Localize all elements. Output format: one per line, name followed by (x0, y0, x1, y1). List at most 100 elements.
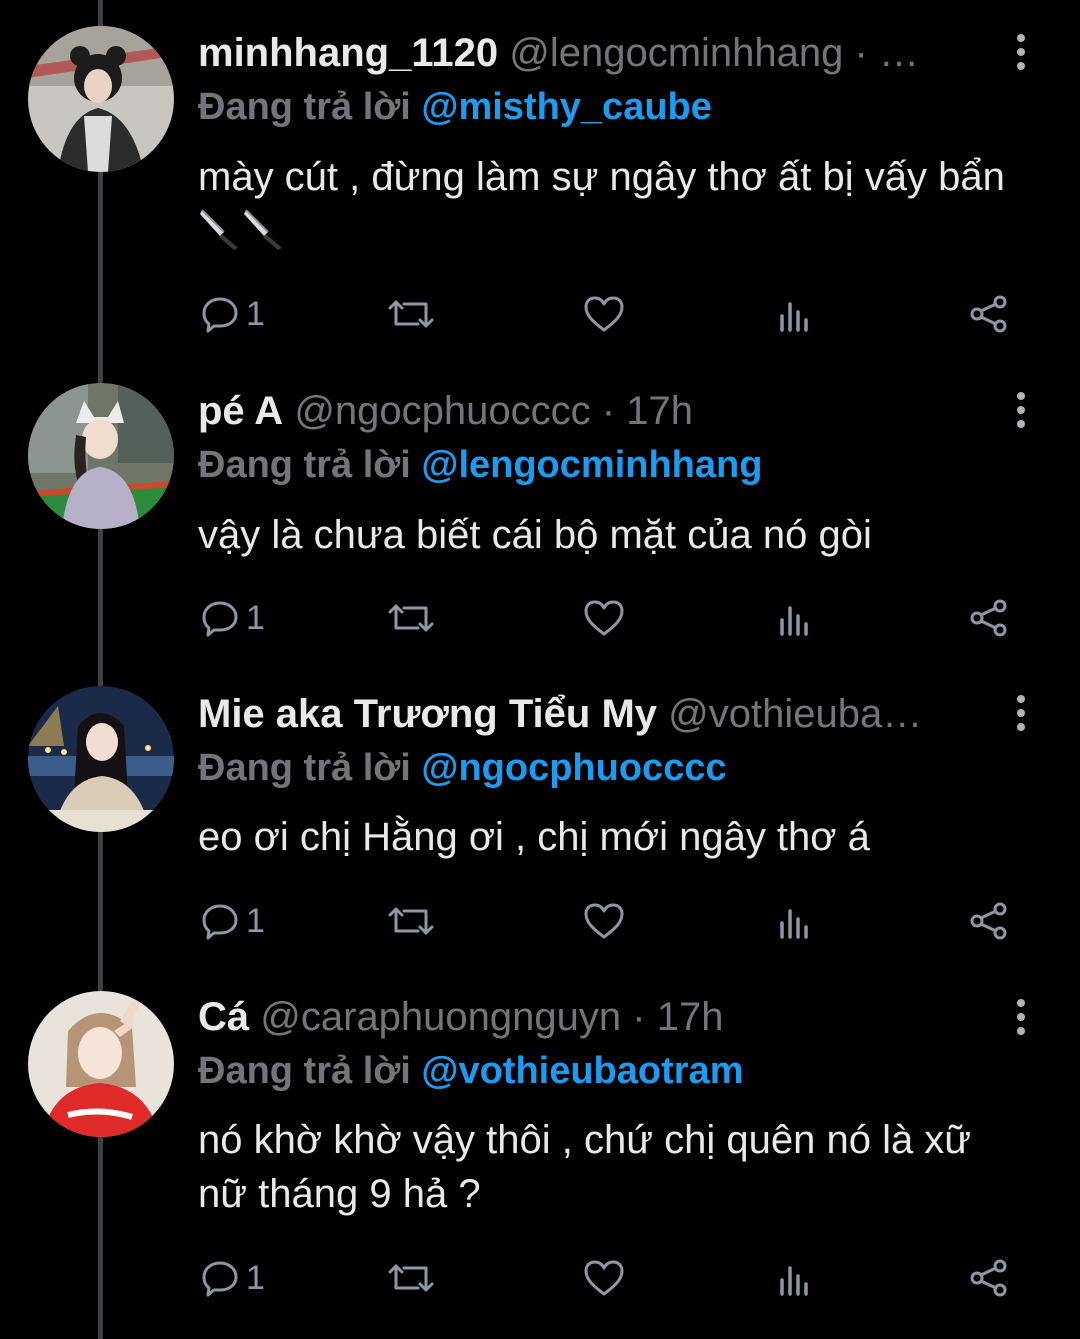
timestamp[interactable]: … (879, 31, 919, 75)
separator-dot: · (632, 995, 646, 1039)
analytics-button[interactable] (776, 593, 816, 643)
replying-to-link[interactable]: @lengocminhhang (421, 444, 762, 486)
display-name[interactable]: Cá (198, 995, 249, 1039)
retweet-button[interactable] (386, 896, 436, 946)
reply-count: 1 (246, 901, 265, 940)
timestamp[interactable]: 17h (626, 389, 693, 433)
avatar-photo (28, 383, 174, 529)
tweet-text: vậy là chưa biết cái bộ mặt của nó gòi (198, 513, 872, 557)
avatar[interactable] (28, 991, 174, 1137)
user-handle[interactable]: @caraphuongnguyn (260, 995, 621, 1039)
bar-chart-icon (780, 302, 808, 332)
retweet-icon (388, 604, 434, 632)
tweet-text: eo ơi chị Hằng ơi , chị mới ngây thơ á (198, 815, 870, 859)
avatar[interactable] (28, 686, 174, 832)
replying-to: Đang trả lời @ngocphuocccc (198, 743, 727, 793)
share-button[interactable] (968, 896, 1010, 946)
retweet-button[interactable] (386, 1253, 436, 1303)
tweet-text-block: mày cút , đừng làm sự ngây thơ ất bị vấy… (198, 150, 1018, 258)
heart-icon (584, 1260, 624, 1296)
more-vertical-icon[interactable] (1004, 992, 1038, 1042)
display-name[interactable]: Mie aka Trương Tiểu My (198, 692, 657, 736)
tweet-header: pé A @ngocphuocccc · 17h (198, 386, 1000, 436)
avatar-photo (28, 26, 174, 172)
tweet-header: minhhang_1120 @lengocminhhang · … (198, 28, 1000, 78)
kitchen-knife-icon (200, 209, 238, 250)
replying-to-link[interactable]: @ngocphuocccc (421, 747, 726, 789)
action-bar: 1 (0, 1253, 1080, 1303)
share-icon (970, 1259, 1007, 1297)
reply-button[interactable]: 1 (200, 593, 265, 643)
display-name[interactable]: minhhang_1120 (198, 31, 498, 75)
analytics-button[interactable] (776, 1253, 816, 1303)
reply-button[interactable]: 1 (200, 1253, 265, 1303)
avatar-photo (28, 686, 174, 832)
tweet-text-block: eo ơi chị Hằng ơi , chị mới ngây thơ á (198, 810, 1018, 864)
share-button[interactable] (968, 289, 1010, 339)
replying-to-link[interactable]: @vothieubaotram (421, 1050, 743, 1092)
tweet-header: Cá @caraphuongnguyn · 17h (198, 992, 1000, 1042)
reply-button[interactable]: 1 (200, 896, 265, 946)
avatar[interactable] (28, 383, 174, 529)
replying-label: Đang trả lời (198, 444, 411, 486)
reply-button[interactable]: 1 (200, 289, 265, 339)
heart-icon (584, 600, 624, 636)
like-button[interactable] (582, 593, 626, 643)
replying-to: Đang trả lời @misthy_caube (198, 82, 712, 132)
bar-chart-icon (780, 909, 808, 939)
reply-bubble-icon (202, 1261, 238, 1297)
like-button[interactable] (582, 289, 626, 339)
reply-bubble-icon (202, 601, 238, 637)
kitchen-knife-icon (244, 209, 282, 250)
reply-bubble-icon (202, 297, 238, 333)
action-bar: 1 (0, 896, 1080, 946)
replying-to: Đang trả lời @vothieubaotram (198, 1046, 743, 1096)
thread-line (98, 0, 103, 1339)
tweet-text: nó khờ khờ vậy thôi , chứ chị quên nó là… (198, 1118, 972, 1216)
more-vertical-icon[interactable] (1004, 385, 1038, 435)
avatar-photo (28, 991, 174, 1137)
heart-icon (584, 903, 624, 939)
bar-chart-icon (780, 1266, 808, 1296)
share-button[interactable] (968, 593, 1010, 643)
timestamp[interactable]: 17h (657, 995, 724, 1039)
tweet-text-block: vậy là chưa biết cái bộ mặt của nó gòi (198, 508, 1018, 562)
separator-dot: · (601, 389, 616, 433)
retweet-icon (388, 1264, 434, 1292)
share-button[interactable] (968, 1253, 1010, 1303)
retweet-button[interactable] (386, 289, 436, 339)
display-name[interactable]: pé A (198, 389, 283, 433)
separator-dot: · (854, 31, 868, 75)
avatar[interactable] (28, 26, 174, 172)
share-icon (970, 902, 1007, 940)
replying-label: Đang trả lời (198, 86, 411, 128)
action-bar: 1 (0, 289, 1080, 339)
reply-count: 1 (246, 294, 265, 333)
more-vertical-icon[interactable] (1004, 27, 1038, 77)
replying-label: Đang trả lời (198, 1050, 411, 1092)
user-handle[interactable]: @lengocminhhang (509, 31, 843, 75)
analytics-button[interactable] (776, 896, 816, 946)
share-icon (970, 599, 1007, 637)
replying-label: Đang trả lời (198, 747, 411, 789)
replying-to: Đang trả lời @lengocminhhang (198, 440, 762, 490)
reply-count: 1 (246, 1258, 265, 1297)
bar-chart-icon (780, 606, 808, 636)
like-button[interactable] (582, 896, 626, 946)
more-vertical-icon[interactable] (1004, 688, 1038, 738)
tweet-text: mày cút , đừng làm sự ngây thơ ất bị vấy… (198, 155, 1005, 199)
like-button[interactable] (582, 1253, 626, 1303)
retweet-button[interactable] (386, 593, 436, 643)
heart-icon (584, 296, 624, 332)
tweet-header: Mie aka Trương Tiểu My @vothieuba… (198, 689, 1000, 739)
user-handle[interactable]: @ngocphuocccc (294, 389, 590, 433)
user-handle[interactable]: @vothieuba… (668, 692, 922, 736)
tweet-text-block: nó khờ khờ vậy thôi , chứ chị quên nó là… (198, 1113, 1018, 1221)
reply-bubble-icon (202, 904, 238, 940)
replying-to-link[interactable]: @misthy_caube (421, 86, 712, 128)
action-bar: 1 (0, 593, 1080, 643)
analytics-button[interactable] (776, 289, 816, 339)
retweet-icon (388, 907, 434, 935)
reply-count: 1 (246, 598, 265, 637)
share-icon (970, 295, 1007, 333)
